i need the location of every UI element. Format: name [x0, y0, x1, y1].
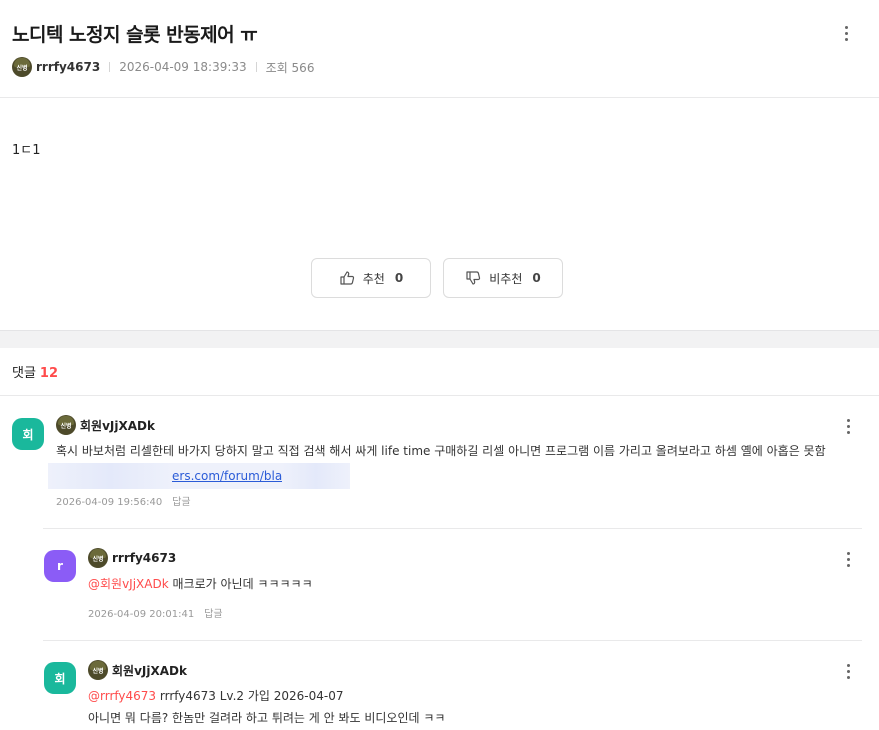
divider — [0, 395, 879, 396]
comment-more-icon[interactable] — [840, 661, 856, 681]
mention-link[interactable]: @rrrfy4673 — [88, 689, 156, 703]
post-title: 노디텍 노정지 슬롯 반동제어 ㅠ — [12, 24, 258, 46]
comment-meta: 2026-04-09 20:01:41 답글 — [88, 605, 223, 620]
comment-text: @rrrfy4673 rrrfy4673 Lv.2 가입 2026-04-07 — [88, 689, 344, 703]
downvote-label: 비추천 — [489, 271, 523, 286]
post-views: 조회 566 — [265, 60, 315, 75]
post-header: 노디텍 노정지 슬롯 반동제어 ㅠ 신병 rrrfy4673 2026-04-0… — [0, 0, 879, 98]
rank-badge-icon: 신병 — [88, 548, 108, 568]
rank-badge-icon: 신병 — [88, 660, 108, 680]
reply-button[interactable]: 답글 — [172, 497, 190, 508]
thumbs-down-icon — [465, 270, 481, 286]
post-body: 1ㄷ1 — [12, 143, 41, 158]
post-datetime: 2026-04-09 18:39:33 — [119, 60, 247, 74]
reply-button[interactable]: 답글 — [204, 609, 222, 620]
comment-author[interactable]: 신병 회원vJjXADk — [56, 415, 155, 435]
comment-author[interactable]: 신병 회원vJjXADk — [88, 660, 187, 680]
upvote-button[interactable]: 추천 0 — [311, 258, 431, 298]
comment-text-line2: 아니면 뭐 다름? 한놈만 걸려라 하고 튀려는 게 안 봐도 비디오인데 ㅋㅋ — [88, 711, 446, 725]
divider — [43, 528, 862, 529]
comment-more-icon[interactable] — [840, 416, 856, 436]
post-meta: 신병 rrrfy4673 2026-04-09 18:39:33 조회 566 — [12, 57, 314, 77]
comment-text: @회원vJjXADk 매크로가 아닌데 ㅋㅋㅋㅋㅋ — [88, 577, 313, 591]
thumbs-up-icon — [339, 270, 355, 286]
comment-datetime: 2026-04-09 20:01:41 — [88, 609, 195, 620]
redacted-blur — [48, 463, 172, 489]
meta-divider — [255, 62, 257, 72]
comments-header: 댓글 12 — [12, 362, 58, 381]
comment-link[interactable]: ers.com/forum/bla — [48, 463, 351, 489]
comment-more-icon[interactable] — [840, 549, 856, 569]
section-separator — [0, 330, 879, 348]
post-more-icon[interactable] — [838, 23, 854, 43]
mention-link[interactable]: @회원vJjXADk — [88, 577, 169, 591]
comment-text: 혹시 바보처럼 리셀한테 바가지 당하지 말고 직접 검색 해서 싸게 life… — [56, 444, 826, 458]
comment-author[interactable]: 신병 rrrfy4673 — [88, 548, 176, 568]
downvote-button[interactable]: 비추천 0 — [443, 258, 563, 298]
post-author[interactable]: rrrfy4673 — [36, 60, 100, 74]
comments-count: 12 — [39, 366, 59, 381]
upvote-label: 추천 — [362, 271, 385, 286]
rank-badge-icon: 신병 — [12, 57, 32, 77]
divider — [43, 640, 862, 641]
avatar: r — [44, 550, 76, 582]
rank-badge-icon: 신병 — [56, 415, 76, 435]
downvote-count: 0 — [532, 271, 541, 285]
redacted-blur — [282, 463, 351, 489]
comments-label: 댓글 — [12, 366, 36, 381]
meta-divider — [109, 62, 111, 72]
avatar: 회 — [44, 662, 76, 694]
comment-link-text[interactable]: ers.com/forum/bla — [172, 463, 283, 489]
avatar: 회 — [12, 418, 44, 450]
comment-meta: 2026-04-09 19:56:40 답글 — [56, 493, 191, 508]
upvote-count: 0 — [394, 271, 404, 285]
comment-datetime: 2026-04-09 19:56:40 — [56, 497, 163, 508]
